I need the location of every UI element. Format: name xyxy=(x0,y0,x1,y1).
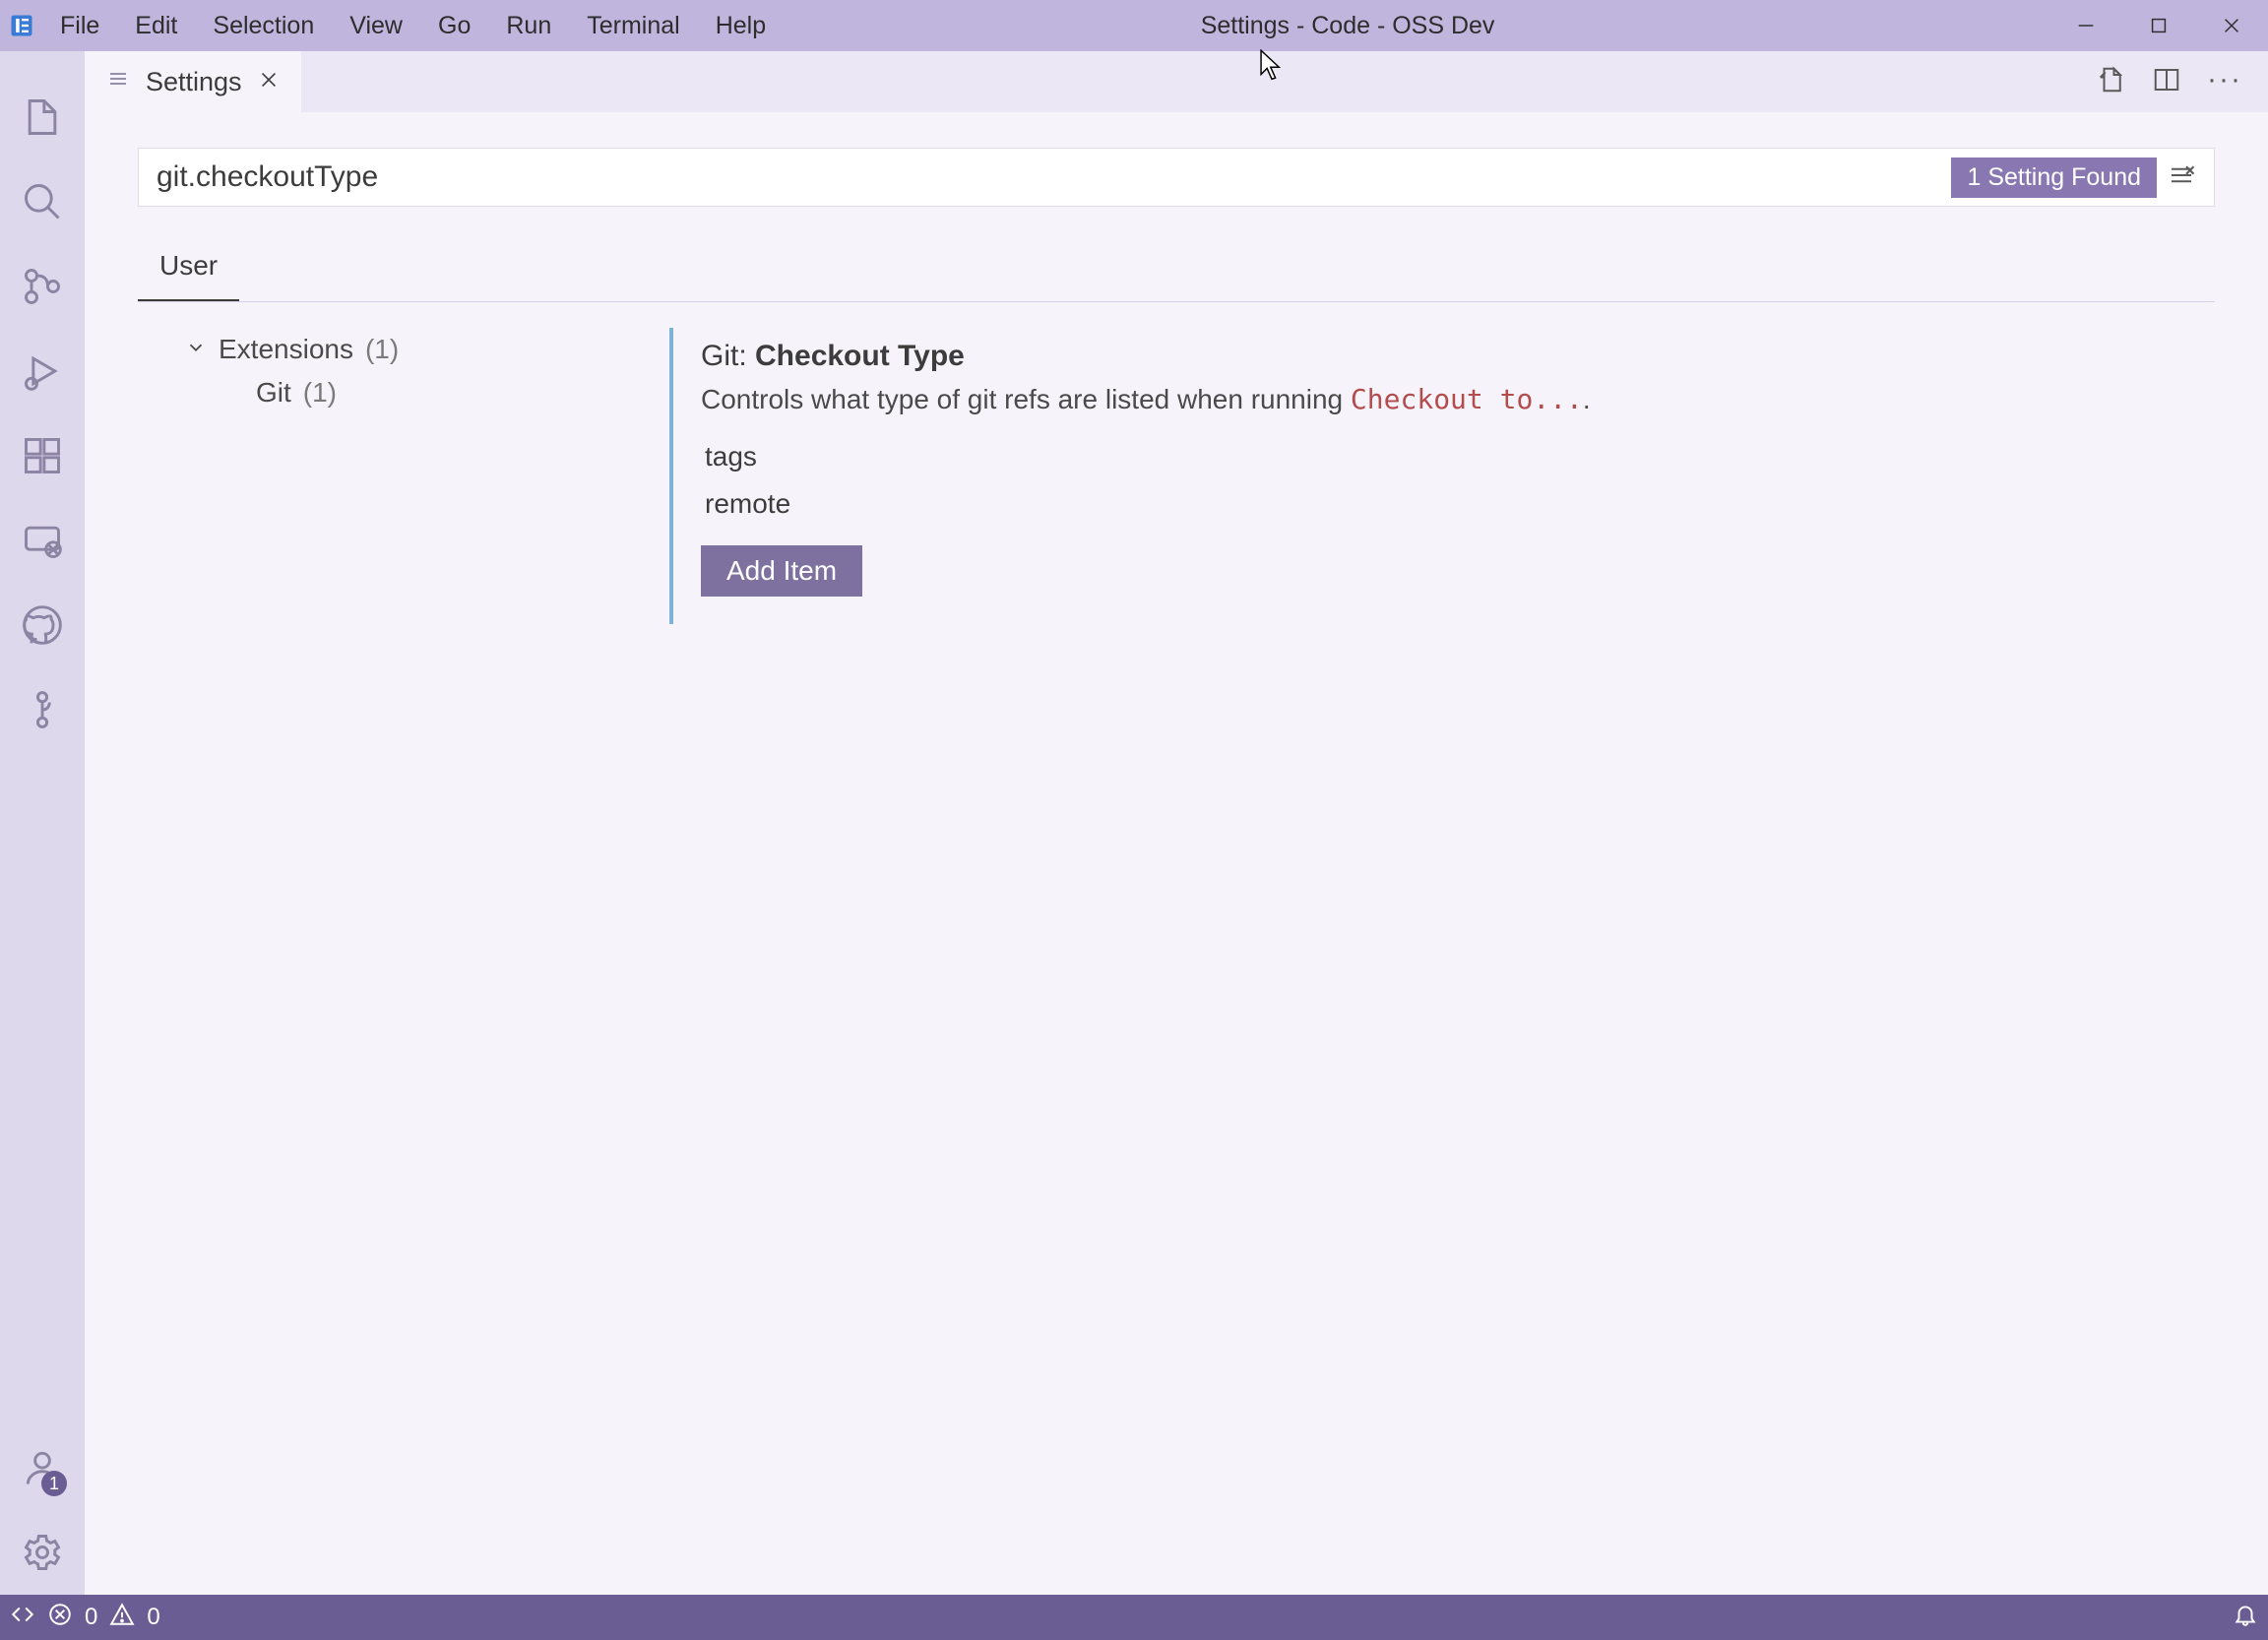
settings-content: Extensions (1) Git (1) Git: Checkout Typ… xyxy=(138,328,2215,1595)
setting-description: Controls what type of git refs are liste… xyxy=(701,383,2215,415)
menu-help[interactable]: Help xyxy=(698,0,784,51)
activity-source-control[interactable] xyxy=(0,244,85,329)
menu-terminal[interactable]: Terminal xyxy=(569,0,697,51)
open-settings-json-icon[interactable] xyxy=(2097,65,2126,99)
tab-actions: ··· xyxy=(2097,65,2256,99)
warnings-count[interactable]: 0 xyxy=(147,1604,159,1631)
setting-description-tail: . xyxy=(1583,384,1591,414)
menu-go[interactable]: Go xyxy=(420,0,488,51)
activity-github[interactable] xyxy=(0,583,85,667)
activity-run-debug[interactable] xyxy=(0,329,85,413)
tree-git[interactable]: Git (1) xyxy=(138,371,669,414)
scope-user-tab[interactable]: User xyxy=(138,236,239,301)
activity-bar: 1 xyxy=(0,51,85,1595)
tab-row: Settings ··· xyxy=(85,51,2268,112)
tab-settings[interactable]: Settings xyxy=(85,51,301,112)
settings-tab-icon xyxy=(106,67,130,97)
window-controls xyxy=(2049,0,2268,51)
close-icon[interactable] xyxy=(258,67,280,97)
activity-search[interactable] xyxy=(0,159,85,244)
activity-extensions[interactable] xyxy=(0,413,85,498)
split-editor-icon[interactable] xyxy=(2152,65,2181,99)
errors-count[interactable]: 0 xyxy=(85,1604,97,1631)
settings-tree: Extensions (1) Git (1) xyxy=(138,328,669,1595)
menu-bar: File Edit Selection View Go Run Terminal… xyxy=(42,0,784,51)
activity-git-graph[interactable] xyxy=(0,667,85,752)
status-left: 0 0 xyxy=(10,1602,160,1634)
settings-scope-tabs: User xyxy=(138,236,2215,302)
remote-indicator-icon[interactable] xyxy=(10,1602,35,1634)
title-bar: File Edit Selection View Go Run Terminal… xyxy=(0,0,2268,51)
menu-file[interactable]: File xyxy=(42,0,117,51)
app-logo-icon xyxy=(0,0,42,51)
errors-icon[interactable] xyxy=(47,1602,73,1634)
window-minimize-button[interactable] xyxy=(2049,0,2122,51)
chevron-down-icon xyxy=(185,334,207,365)
tree-extensions[interactable]: Extensions (1) xyxy=(138,328,669,371)
add-item-button[interactable]: Add Item xyxy=(701,545,862,597)
settings-body: 1 Setting Found User Extensions (1) xyxy=(85,112,2268,1595)
window-close-button[interactable] xyxy=(2195,0,2268,51)
clear-search-icon[interactable] xyxy=(2167,160,2196,195)
menu-run[interactable]: Run xyxy=(488,0,569,51)
main-shell: 1 Settings xyxy=(0,51,2268,1595)
tree-extensions-label: Extensions xyxy=(219,334,353,365)
setting-list-item[interactable]: tags xyxy=(701,433,2215,480)
setting-title: Git: Checkout Type xyxy=(701,340,2215,373)
activity-remote[interactable] xyxy=(0,498,85,583)
menu-view[interactable]: View xyxy=(332,0,420,51)
settings-search[interactable]: 1 Setting Found xyxy=(138,148,2215,207)
tree-extensions-count: (1) xyxy=(365,334,399,365)
window-maximize-button[interactable] xyxy=(2122,0,2195,51)
warnings-icon[interactable] xyxy=(109,1602,135,1634)
editor-area: Settings ··· 1 Setting Found xyxy=(85,51,2268,1595)
setting-list-item[interactable]: remote xyxy=(701,480,2215,528)
search-input[interactable] xyxy=(157,160,1951,194)
menu-edit[interactable]: Edit xyxy=(117,0,195,51)
tree-git-count: (1) xyxy=(303,377,337,409)
window-title: Settings - Code - OSS Dev xyxy=(784,12,2049,40)
accounts-badge: 1 xyxy=(41,1471,67,1496)
tab-label: Settings xyxy=(146,67,242,97)
setting-description-lead: Controls what type of git refs are liste… xyxy=(701,384,1351,414)
activity-explorer[interactable] xyxy=(0,75,85,159)
tree-git-label: Git xyxy=(256,377,291,409)
more-actions-icon[interactable]: ··· xyxy=(2207,65,2242,99)
status-bar: 0 0 xyxy=(0,1595,2268,1640)
activity-accounts[interactable]: 1 xyxy=(0,1425,85,1510)
menu-selection[interactable]: Selection xyxy=(195,0,332,51)
settings-found-badge: 1 Setting Found xyxy=(1951,158,2157,198)
setting-title-name: Checkout Type xyxy=(755,340,965,372)
activity-settings-gear[interactable] xyxy=(0,1510,85,1595)
setting-git-checkout-type: Git: Checkout Type Controls what type of… xyxy=(669,328,2215,624)
notifications-icon[interactable] xyxy=(2233,1602,2258,1634)
setting-description-code: Checkout to... xyxy=(1351,383,1583,415)
setting-title-prefix: Git: xyxy=(701,340,755,372)
